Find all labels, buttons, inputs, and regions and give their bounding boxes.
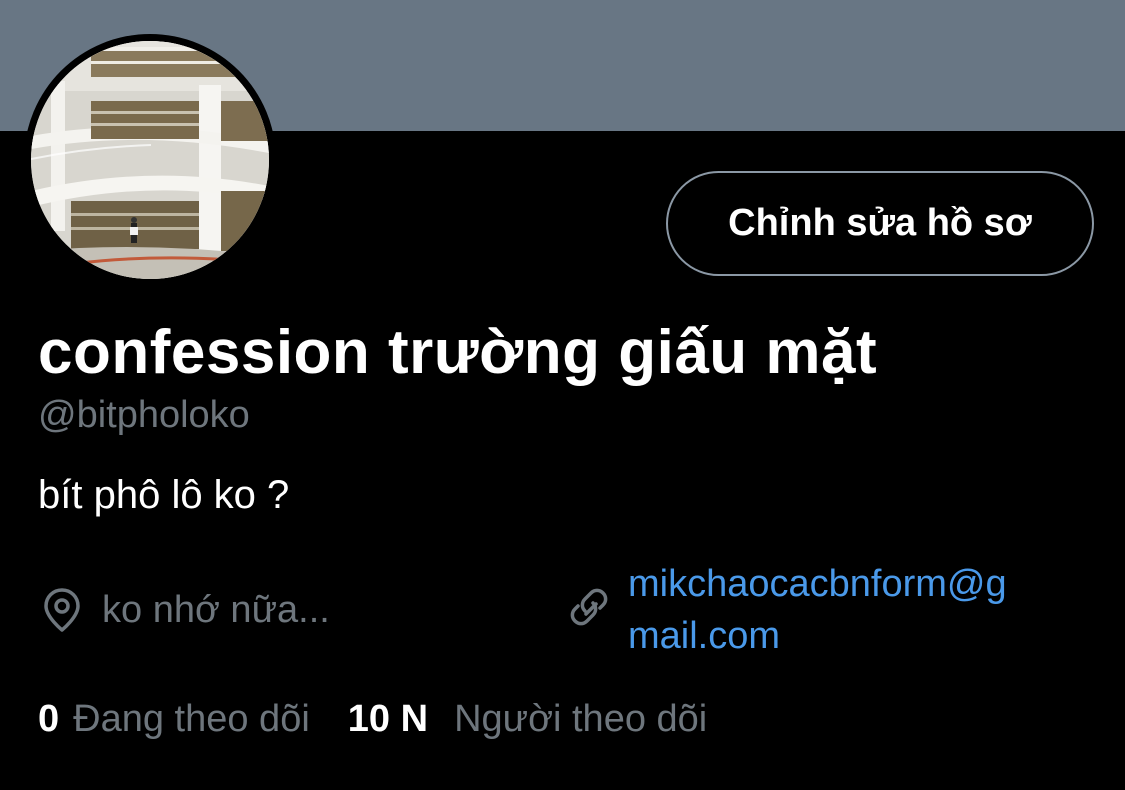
- link-chain-icon: [570, 588, 608, 626]
- website-link-line2[interactable]: mail.com: [628, 610, 1078, 662]
- profile-bio: bít phô lô ko ?: [38, 473, 290, 517]
- user-handle: @bitpholoko: [38, 394, 250, 436]
- library-photo-icon: [31, 41, 269, 279]
- followers-stat[interactable]: 10 N Người theo dõi: [348, 693, 707, 745]
- website-link-line1[interactable]: mikchaocacbnform@g: [628, 558, 1078, 610]
- avatar-image: [31, 41, 269, 279]
- following-stat[interactable]: 0 Đang theo dõi: [38, 693, 310, 745]
- location-pin-icon: [44, 588, 80, 632]
- edit-profile-button[interactable]: Chỉnh sửa hồ sơ: [666, 171, 1094, 276]
- following-label: Đang theo dõi: [73, 698, 310, 740]
- avatar[interactable]: [24, 34, 276, 286]
- followers-count: 10 N: [347, 698, 429, 740]
- followers-label: Người theo dõi: [454, 698, 708, 740]
- follow-stats: 0 Đang theo dõi 10 N Người theo dõi: [38, 693, 707, 745]
- website-link[interactable]: mikchaocacbnform@g mail.com: [628, 558, 1078, 662]
- profile-website[interactable]: mikchaocacbnform@g mail.com: [566, 558, 1078, 662]
- profile-screen: Chỉnh sửa hồ sơ confession trường giấu m…: [0, 0, 1125, 790]
- display-name: confession trường giấu mặt: [38, 318, 878, 387]
- profile-location: ko nhớ nữa...: [40, 582, 330, 638]
- location-text: ko nhớ nữa...: [102, 588, 330, 631]
- following-count: 0: [38, 698, 60, 740]
